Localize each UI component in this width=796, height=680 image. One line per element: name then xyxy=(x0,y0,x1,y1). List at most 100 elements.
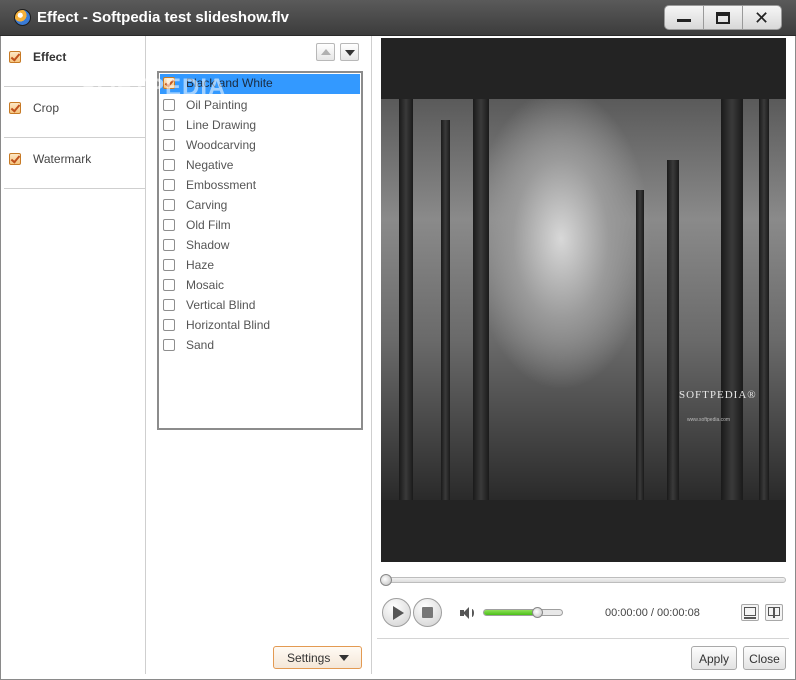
preview-watermark-url: www.softpedia.com xyxy=(687,417,731,423)
volume-thumb[interactable] xyxy=(532,607,543,618)
list-item-line-drawing[interactable]: Line Drawing xyxy=(159,115,361,135)
list-item-woodcarving[interactable]: Woodcarving xyxy=(159,135,361,155)
minimize-button[interactable] xyxy=(665,6,704,29)
sidebar-item-effect[interactable]: Effect xyxy=(4,36,145,87)
split-view-button[interactable] xyxy=(765,604,783,621)
list-item-checkbox[interactable] xyxy=(163,339,175,351)
seek-thumb[interactable] xyxy=(380,574,392,586)
volume-icon[interactable] xyxy=(460,606,474,620)
list-item-carving[interactable]: Carving xyxy=(159,195,361,215)
stop-button[interactable] xyxy=(413,598,442,627)
tree-shape xyxy=(441,120,450,500)
list-item-checkbox[interactable] xyxy=(163,119,175,131)
volume-slider[interactable] xyxy=(483,609,563,616)
list-item-checkbox[interactable] xyxy=(163,239,175,251)
move-down-button[interactable] xyxy=(340,43,359,61)
preview-watermark-text: SOFTPEDIA® xyxy=(679,389,757,401)
stop-icon xyxy=(422,607,433,618)
list-item-label: Oil Painting xyxy=(186,98,248,112)
maximize-button[interactable] xyxy=(704,6,743,29)
time-display: 00:00:00 / 00:00:08 xyxy=(605,607,700,619)
window-title: Effect - Softpedia test slideshow.flv xyxy=(37,9,289,26)
list-item-checkbox[interactable] xyxy=(163,279,175,291)
chevron-down-icon xyxy=(339,655,349,661)
list-item-old-film[interactable]: Old Film xyxy=(159,215,361,235)
list-item-horizontal-blind[interactable]: Horizontal Blind xyxy=(159,315,361,335)
settings-dropdown-button[interactable]: Settings xyxy=(273,646,362,669)
close-dialog-button[interactable]: Close xyxy=(743,646,786,670)
list-item-label: Old Film xyxy=(186,218,231,232)
sidebar-item-label: Crop xyxy=(33,101,60,115)
list-item-negative[interactable]: Negative xyxy=(159,155,361,175)
list-item-label: Mosaic xyxy=(186,278,225,292)
list-item-label: Line Drawing xyxy=(186,118,257,132)
apply-button[interactable]: Apply xyxy=(691,646,737,670)
sidebar-item-label: Watermark xyxy=(33,152,92,166)
settings-label: Settings xyxy=(287,651,331,665)
list-item-checkbox[interactable] xyxy=(163,77,175,89)
list-item-checkbox[interactable] xyxy=(163,299,175,311)
list-item-checkbox[interactable] xyxy=(163,99,175,111)
effect-checkbox[interactable] xyxy=(9,51,21,63)
effect-list[interactable]: Black and White Oil Painting Line Drawin… xyxy=(157,71,363,430)
sidebar-item-crop[interactable]: Crop xyxy=(4,87,145,138)
tree-shape xyxy=(667,160,679,500)
arrow-up-icon xyxy=(321,49,331,55)
list-item-label: Black and White xyxy=(186,76,273,90)
list-item-checkbox[interactable] xyxy=(163,219,175,231)
tree-shape xyxy=(473,99,489,500)
apply-label: Apply xyxy=(698,652,730,666)
list-item-vertical-blind[interactable]: Vertical Blind xyxy=(159,295,361,315)
video-preview: SOFTPEDIA® www.softpedia.com xyxy=(381,38,786,562)
list-item-label: Shadow xyxy=(186,238,230,252)
list-item-haze[interactable]: Haze xyxy=(159,255,361,275)
list-item-black-and-white[interactable]: Black and White xyxy=(160,74,360,94)
tree-shape xyxy=(636,190,644,500)
list-item-checkbox[interactable] xyxy=(163,139,175,151)
list-item-mosaic[interactable]: Mosaic xyxy=(159,275,361,295)
volume-fill xyxy=(484,610,538,615)
tree-shape xyxy=(721,99,743,500)
close-label: Close xyxy=(749,652,780,666)
watermark-checkbox[interactable] xyxy=(9,153,21,165)
window-controls: ✕ xyxy=(664,5,782,30)
list-item-label: Horizontal Blind xyxy=(186,318,271,332)
arrow-down-icon xyxy=(345,50,355,56)
close-button[interactable]: ✕ xyxy=(743,6,781,29)
sidebar-item-label: Effect xyxy=(33,50,67,64)
seek-bar[interactable] xyxy=(382,577,786,583)
crop-checkbox[interactable] xyxy=(9,102,21,114)
play-icon xyxy=(393,606,404,620)
list-item-checkbox[interactable] xyxy=(163,179,175,191)
effect-panel: Black and White Oil Painting Line Drawin… xyxy=(146,36,372,674)
list-item-label: Vertical Blind xyxy=(186,298,256,312)
play-button[interactable] xyxy=(382,598,411,627)
list-item-embossment[interactable]: Embossment xyxy=(159,175,361,195)
move-up-button[interactable] xyxy=(316,43,335,61)
subtitle-view-icon xyxy=(744,607,756,616)
list-item-checkbox[interactable] xyxy=(163,259,175,271)
tree-shape xyxy=(399,99,413,500)
list-item-label: Negative xyxy=(186,158,234,172)
subtitle-view-button[interactable] xyxy=(741,604,759,621)
list-item-label: Carving xyxy=(186,198,228,212)
list-item-label: Sand xyxy=(186,338,215,352)
maximize-icon xyxy=(716,12,730,24)
list-item-label: Haze xyxy=(186,258,215,272)
list-item-checkbox[interactable] xyxy=(163,159,175,171)
list-item-checkbox[interactable] xyxy=(163,319,175,331)
list-item-label: Embossment xyxy=(186,178,257,192)
title-bar: Effect - Softpedia test slideshow.flv ✕ xyxy=(0,0,796,36)
list-item-sand[interactable]: Sand xyxy=(159,335,361,355)
tree-shape xyxy=(759,99,769,500)
minimize-icon xyxy=(677,19,691,22)
list-item-label: Woodcarving xyxy=(186,138,256,152)
sidebar: Effect Crop Watermark xyxy=(4,36,146,674)
sidebar-item-watermark[interactable]: Watermark xyxy=(4,138,145,189)
list-item-oil-painting[interactable]: Oil Painting xyxy=(159,95,361,115)
footer-divider xyxy=(377,638,789,639)
list-item-checkbox[interactable] xyxy=(163,199,175,211)
app-logo-icon xyxy=(14,9,31,26)
close-icon: ✕ xyxy=(754,8,770,29)
list-item-shadow[interactable]: Shadow xyxy=(159,235,361,255)
